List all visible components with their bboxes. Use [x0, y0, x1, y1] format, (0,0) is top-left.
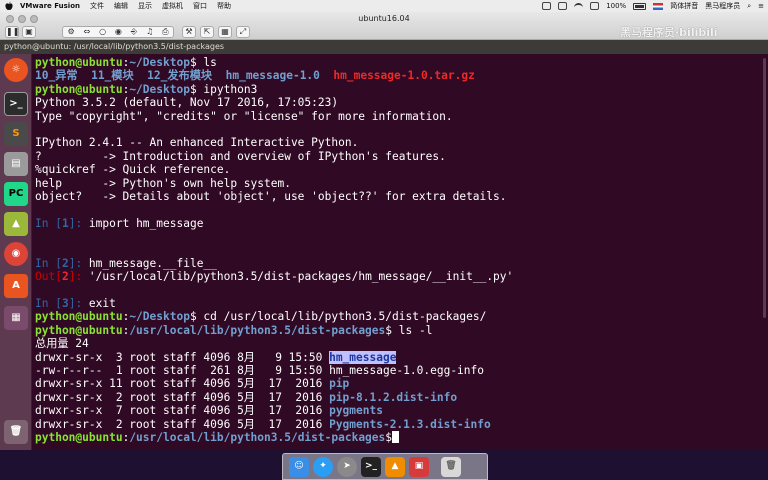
ubuntu-launcher: ☼ >_ S ▤ PC ▲ ◉ A ▦ 🗑	[0, 54, 32, 450]
menubar-status-area: 100% 简体拼音 黑马程序员 ⌕ ≡	[535, 0, 764, 12]
menu-file[interactable]: 文件	[90, 0, 104, 12]
terminal-line: In [1]: import hm_message	[35, 216, 204, 230]
terminal-line: ? -> Introduction and overview of IPytho…	[35, 149, 446, 163]
network-icon[interactable]: ⇔	[83, 27, 90, 37]
terminal-line: drwxr-sr-x 2 root staff 4096 5月 17 2016 …	[35, 417, 491, 431]
pycharm-icon[interactable]: PC	[4, 182, 28, 206]
flag-icon[interactable]	[653, 2, 664, 10]
fullscreen-icon[interactable]: ⇱	[200, 26, 214, 38]
software-center-icon[interactable]: A	[4, 274, 28, 298]
installer-icon[interactable]: ▲	[4, 212, 28, 236]
snapshot-icon[interactable]: ▣	[22, 26, 36, 38]
menu-help[interactable]: 帮助	[217, 0, 231, 12]
safari-icon[interactable]: ✦	[313, 456, 333, 477]
settings-icon[interactable]: ⚙	[67, 27, 74, 37]
vm-toolbar-group: ⚙ ⇔ ○ ◉ ⎆ ♫ ⎙	[62, 26, 174, 38]
terminal-line: drwxr-sr-x 7 root staff 4096 5月 17 2016 …	[35, 404, 383, 418]
terminal-line: %quickref -> Quick reference.	[35, 163, 231, 177]
volume-icon[interactable]	[590, 2, 600, 10]
resize-icon[interactable]: ⤢	[236, 26, 250, 38]
launchpad-icon[interactable]: ➤	[337, 456, 357, 477]
terminal-line: Python 3.5.2 (default, Nov 17 2016, 17:0…	[35, 96, 339, 110]
terminal-line: python@ubuntu:~/Desktop$ ipython3	[35, 82, 258, 96]
terminal-line: Out[2]: '/usr/local/lib/python3.5/dist-p…	[35, 270, 514, 284]
terminal-line: -rw-r--r-- 1 root staff 261 8月 9 15:50 h…	[35, 363, 484, 377]
files-icon[interactable]: ▤	[4, 152, 28, 176]
terminal-line: python@ubuntu:~/Desktop$ cd /usr/local/l…	[35, 310, 487, 324]
battery-icon[interactable]	[633, 2, 647, 10]
menu-window[interactable]: 窗口	[193, 0, 207, 12]
terminal-line: 总用量 24	[35, 337, 89, 351]
unity-icon[interactable]: ▦	[218, 26, 232, 38]
printer-icon[interactable]: ⎙	[162, 27, 168, 37]
menu-vm[interactable]: 虚拟机	[162, 0, 183, 12]
terminal-line: drwxr-sr-x 11 root staff 4096 5月 17 2016…	[35, 377, 350, 391]
terminal-dock-icon[interactable]: >_	[361, 456, 381, 477]
search-icon[interactable]: ⌕	[747, 0, 751, 12]
terminal-line: drwxr-sr-x 2 root staff 4096 5月 17 2016 …	[35, 390, 458, 404]
sound-icon[interactable]: ♫	[146, 27, 153, 37]
vmware-dock-icon[interactable]: ▣	[409, 456, 429, 477]
window-title: ubuntu16.04	[358, 14, 410, 23]
terminal-line: python@ubuntu:/usr/local/lib/python3.5/d…	[35, 323, 433, 337]
chrome-icon[interactable]: ◉	[4, 242, 28, 266]
vlc-icon[interactable]: ▲	[385, 456, 405, 477]
vmware-tray-icon[interactable]	[542, 2, 552, 10]
menu-edit[interactable]: 编辑	[114, 0, 128, 12]
terminal-line: In [2]: hm_message.__file__	[35, 256, 217, 270]
app-menu-vmware[interactable]: VMware Fusion	[20, 0, 80, 12]
terminal-line: Type "copyright", "credits" or "license"…	[35, 109, 453, 123]
workspaces-icon[interactable]: ▦	[4, 306, 28, 330]
list-icon[interactable]: ≡	[758, 0, 764, 12]
trash-icon[interactable]: 🗑	[4, 420, 28, 444]
disk-icon[interactable]: ○	[99, 27, 106, 37]
terminal-window[interactable]: python@ubuntu:~/Desktop$ ls 10_异常 11_模块 …	[32, 54, 768, 450]
terminal-line: drwxr-sr-x 3 root staff 4096 8月 9 15:50 …	[35, 350, 397, 364]
terminal-line: python@ubuntu:~/Desktop$ ls	[35, 56, 217, 69]
usb-icon[interactable]: ⎆	[131, 27, 137, 37]
mac-menubar: VMware Fusion 文件 编辑 显示 虚拟机 窗口 帮助 100% 简体…	[0, 0, 768, 12]
screen-tray-icon[interactable]	[558, 2, 568, 10]
finder-icon[interactable]: ☺	[289, 456, 309, 477]
wrench-icon[interactable]: ⚒	[182, 26, 196, 38]
watermark: 黑马程序员·bilibili	[620, 26, 718, 39]
ubuntu-dash-icon[interactable]: ☼	[4, 58, 28, 82]
menu-view[interactable]: 显示	[138, 0, 152, 12]
wifi-icon[interactable]	[574, 2, 584, 10]
terminal-line: 10_异常 11_模块 12_发布模块 hm_message-1.0 hm_me…	[35, 69, 475, 83]
cd-icon[interactable]: ◉	[115, 27, 122, 37]
battery-percent: 100%	[606, 2, 627, 10]
terminal-line: python@ubuntu:/usr/local/lib/python3.5/d…	[35, 430, 765, 444]
terminal-scrollbar[interactable]	[763, 58, 766, 318]
terminal-line: In [3]: exit	[35, 297, 116, 311]
sublime-text-icon[interactable]: S	[4, 122, 28, 146]
trash-dock-icon[interactable]: 🗑	[441, 456, 461, 477]
terminal-cursor	[392, 430, 400, 443]
input-method[interactable]: 简体拼音	[670, 0, 698, 12]
terminal-line: object? -> Details about 'object', use '…	[35, 189, 507, 203]
terminal-line: IPython 2.4.1 -- An enhanced Interactive…	[35, 136, 359, 150]
user-name[interactable]: 黑马程序员	[705, 0, 740, 12]
mac-dock: ☺ ✦ ➤ >_ ▲ ▣ 🗑	[282, 453, 488, 480]
vmware-titlebar: ubuntu16.04 ❚❚ ▣ ⚙ ⇔ ○ ◉ ⎆ ♫ ⎙ ⚒ ⇱ ▦ ⤢ 黑…	[0, 12, 768, 40]
pause-icon[interactable]: ❚❚	[5, 26, 19, 38]
ubuntu-panel-title: python@ubuntu: /usr/local/lib/python3.5/…	[0, 40, 768, 54]
apple-icon[interactable]	[4, 1, 14, 11]
terminal-line: help -> Python's own help system.	[35, 176, 291, 190]
terminal-icon[interactable]: >_	[4, 92, 28, 116]
